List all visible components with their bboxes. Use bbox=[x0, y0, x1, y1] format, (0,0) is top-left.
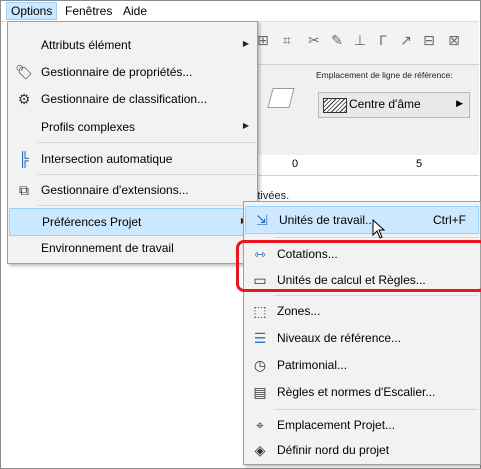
menu-item-label: Profils complexes bbox=[41, 120, 136, 134]
menu-item-label: Préférences Projet bbox=[42, 215, 142, 229]
menu-item-label: Zones... bbox=[277, 304, 321, 318]
menu-bar: Options Fenêtres Aide bbox=[1, 1, 479, 22]
reference-levels-icon: ☰ bbox=[253, 330, 267, 346]
menu-item-label: Niveaux de référence... bbox=[277, 331, 402, 345]
menu-item-label: Patrimonial... bbox=[277, 358, 348, 372]
submenu-arrow-icon: ▶ bbox=[242, 39, 249, 48]
split-icon[interactable]: ⊠ bbox=[446, 32, 462, 48]
mouse-cursor-icon bbox=[372, 219, 386, 239]
menu-item-definir-nord[interactable]: ◈ Définir nord du projet bbox=[244, 437, 480, 463]
reference-line-label: Emplacement de ligne de référence: bbox=[316, 70, 453, 80]
menu-separator bbox=[38, 142, 255, 143]
shortcut-label: Ctrl+F bbox=[433, 213, 466, 227]
menu-fenetres[interactable]: Fenêtres bbox=[61, 3, 116, 19]
annotation-highlight bbox=[236, 240, 481, 292]
menu-item-gestionnaire-extensions[interactable]: ⧉ Gestionnaire d'extensions... bbox=[8, 177, 257, 203]
scissors-icon[interactable]: ✂ bbox=[306, 32, 322, 48]
menu-item-environnement-travail[interactable]: Environnement de travail ▶ bbox=[8, 235, 257, 261]
magic-icon[interactable]: ✎ bbox=[329, 32, 345, 48]
ruler: 0 5 bbox=[230, 155, 479, 176]
menu-item-unites-travail[interactable]: ⇲ Unités de travail... Ctrl+F bbox=[245, 206, 479, 234]
merge-icon[interactable]: ⊟ bbox=[421, 32, 437, 48]
submenu-arrow-icon: ▶ bbox=[242, 121, 249, 130]
wall-icon[interactable]: ⊥ bbox=[352, 32, 368, 48]
menu-item-patrimonial[interactable]: ◷ Patrimonial... bbox=[244, 352, 480, 378]
menu-item-intersection-automatique[interactable]: ╠ Intersection automatique bbox=[8, 146, 257, 172]
reference-line-value: Centre d'âme bbox=[349, 97, 421, 111]
menu-aide[interactable]: Aide bbox=[119, 3, 151, 19]
menu-item-regles-normes-escalier[interactable]: ▤ Règles et normes d'Escalier... bbox=[244, 379, 480, 405]
menu-separator bbox=[274, 295, 478, 296]
zones-icon: ⬚ bbox=[253, 303, 267, 319]
menu-item-label: Gestionnaire d'extensions... bbox=[41, 183, 189, 197]
fill-pattern-icon bbox=[323, 98, 347, 113]
menu-separator bbox=[274, 409, 478, 410]
menu-item-emplacement-projet[interactable]: ⌖ Emplacement Projet... bbox=[244, 412, 480, 438]
ruler-tick-5: 5 bbox=[416, 158, 423, 170]
options-menu: Attributs élément ▶ 🏷 Gestionnaire de pr… bbox=[7, 21, 258, 264]
menu-item-label: Environnement de travail bbox=[41, 241, 174, 255]
stair-rules-icon: ▤ bbox=[253, 384, 267, 400]
menu-options[interactable]: Options bbox=[6, 2, 58, 20]
menu-item-zones[interactable]: ⬚ Zones... bbox=[244, 298, 480, 324]
heritage-icon: ◷ bbox=[253, 357, 267, 373]
units-icon: ⇲ bbox=[256, 212, 268, 228]
corner-icon[interactable]: Γ bbox=[375, 32, 391, 48]
reference-line-select[interactable]: Centre d'âme ▶ bbox=[318, 92, 470, 118]
menu-item-gestionnaire-proprietes[interactable]: 🏷 Gestionnaire de propriétés... bbox=[8, 59, 257, 85]
menu-item-niveaux-reference[interactable]: ☰ Niveaux de référence... bbox=[244, 325, 480, 351]
curve-icon[interactable]: ↗ bbox=[398, 32, 414, 48]
menu-item-label: Intersection automatique bbox=[41, 152, 173, 166]
menu-item-label: Règles et normes d'Escalier... bbox=[277, 385, 436, 399]
menu-item-label: Définir nord du projet bbox=[277, 443, 390, 457]
menu-item-label: Emplacement Projet... bbox=[277, 418, 396, 432]
intersect-icon[interactable]: ⌗ bbox=[279, 32, 295, 48]
intersection-icon: ╠ bbox=[19, 151, 29, 167]
menu-item-profils-complexes[interactable]: Profils complexes ▶ bbox=[8, 114, 257, 140]
location-icon: ⌖ bbox=[256, 417, 264, 433]
extension-icon: ⧉ bbox=[19, 182, 29, 198]
north-icon: ◈ bbox=[254, 442, 266, 458]
ruler-tick-0: 0 bbox=[292, 158, 299, 170]
menu-item-label: Attributs élément bbox=[41, 38, 132, 52]
menu-item-label: Gestionnaire de propriétés... bbox=[41, 65, 193, 79]
menu-item-attributs-element[interactable]: Attributs élément ▶ bbox=[8, 32, 257, 58]
menu-separator bbox=[38, 174, 255, 175]
classification-icon: ⚙ bbox=[17, 91, 31, 107]
menu-item-label: Unités de travail... bbox=[279, 213, 376, 227]
chevron-right-icon: ▶ bbox=[456, 98, 463, 108]
menu-separator bbox=[38, 205, 255, 206]
menu-item-gestionnaire-classification[interactable]: ⚙ Gestionnaire de classification... bbox=[8, 86, 257, 112]
menu-item-label: Gestionnaire de classification... bbox=[41, 92, 208, 106]
menu-item-preferences-projet[interactable]: Préférences Projet ▶ bbox=[9, 208, 256, 236]
tag-icon: 🏷 bbox=[15, 64, 33, 80]
